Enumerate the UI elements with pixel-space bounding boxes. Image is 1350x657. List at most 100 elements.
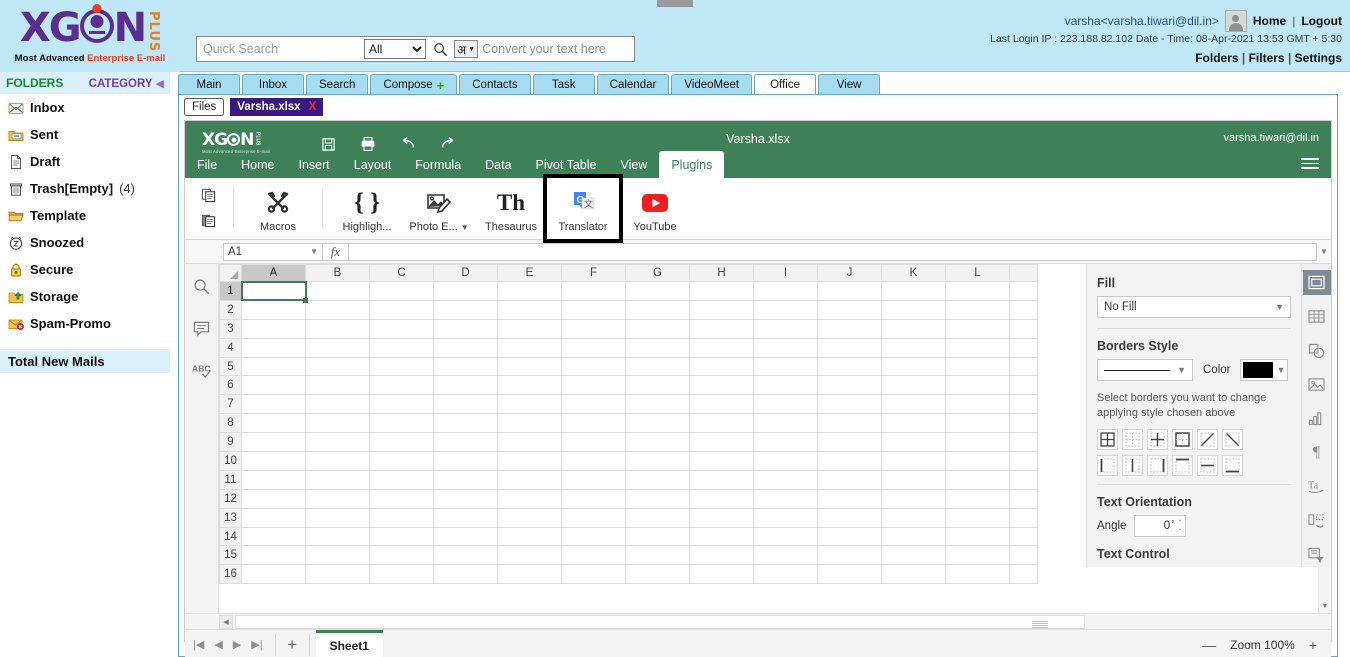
grid-cell[interactable] (881, 469, 946, 490)
row-header-1[interactable]: 1 (219, 281, 242, 301)
grid-cell[interactable] (305, 469, 370, 490)
grid-cell[interactable] (753, 318, 818, 339)
grid-cell[interactable] (817, 394, 882, 415)
cell-i1[interactable] (753, 281, 818, 301)
top-border-icon[interactable] (1172, 455, 1193, 476)
grid-cell[interactable] (561, 394, 626, 415)
search-input[interactable] (197, 37, 362, 61)
grid-cell[interactable] (305, 337, 370, 358)
grid-cell[interactable] (241, 469, 306, 490)
grid-cell[interactable] (1009, 451, 1038, 471)
row-header-13[interactable]: 13 (219, 507, 242, 528)
ribbon-button-macros[interactable]: Macros (242, 178, 314, 239)
grid-cell[interactable] (1009, 507, 1038, 528)
shape-settings-icon[interactable] (1303, 338, 1331, 363)
grid-cell[interactable] (433, 564, 498, 585)
grid-cell[interactable] (433, 545, 498, 566)
grid-cell[interactable] (241, 564, 306, 585)
spreadsheet-grid[interactable]: A B C D E F G H I J K L 1 2 3 4 5 6 7 8 … (219, 264, 1331, 613)
menu-tab-plugins[interactable]: Plugins (659, 151, 725, 178)
column-header-f[interactable]: F (561, 264, 626, 282)
language-toggle-button[interactable]: अ ▼ (454, 40, 479, 58)
diagonal-up-border-icon[interactable] (1197, 429, 1218, 450)
grid-cell[interactable] (241, 545, 306, 566)
grid-cell[interactable] (881, 337, 946, 358)
row-header-14[interactable]: 14 (219, 526, 242, 547)
inner-borders-icon[interactable] (1147, 429, 1168, 450)
grid-cell[interactable] (369, 526, 434, 547)
grid-cell[interactable] (689, 337, 754, 358)
grid-cell[interactable] (1009, 564, 1038, 585)
row-header-6[interactable]: 6 (219, 375, 242, 396)
cell-l1[interactable] (945, 281, 1010, 301)
menu-tab-insert[interactable]: Insert (287, 151, 342, 178)
cell-h1[interactable] (689, 281, 754, 301)
menu-tab-data[interactable]: Data (473, 151, 523, 178)
cell-g1[interactable] (625, 281, 690, 301)
grid-cell[interactable] (625, 507, 690, 528)
tab-main[interactable]: Main (178, 74, 240, 95)
grid-cell[interactable] (881, 507, 946, 528)
grid-cell[interactable] (689, 413, 754, 434)
grid-cell[interactable] (561, 545, 626, 566)
row-header-4[interactable]: 4 (219, 337, 242, 358)
tab-contacts[interactable]: Contacts (459, 74, 531, 95)
ribbon-button-thesaurus[interactable]: Th Thesaurus (475, 178, 547, 239)
grid-cell[interactable] (817, 545, 882, 566)
sidebar-item-template[interactable]: Template (0, 202, 170, 229)
inner-vertical-border-icon[interactable] (1122, 455, 1143, 476)
grid-cell[interactable] (689, 356, 754, 377)
row-header-9[interactable]: 9 (219, 432, 242, 453)
fill-select[interactable]: No Fill ▼ (1097, 296, 1291, 318)
search-icon[interactable] (193, 278, 210, 298)
grid-cell[interactable] (561, 432, 626, 453)
column-header-b[interactable]: B (305, 264, 370, 282)
fx-icon[interactable]: fx (323, 242, 349, 261)
grid-cell[interactable] (1009, 299, 1038, 320)
grid-cell[interactable] (689, 507, 754, 528)
grid-cell[interactable] (945, 451, 1010, 471)
grid-cell[interactable] (625, 526, 690, 547)
ribbon-button-highlight[interactable]: { } Highligh... (331, 178, 403, 239)
grid-cell[interactable] (689, 469, 754, 490)
grid-cell[interactable] (625, 488, 690, 509)
grid-cell[interactable] (561, 507, 626, 528)
column-header-l[interactable]: L (945, 264, 1010, 282)
grid-cell[interactable] (433, 526, 498, 547)
grid-cell[interactable] (753, 488, 818, 509)
comment-icon[interactable] (193, 320, 210, 340)
sidebar-item-secure[interactable]: Secure (0, 256, 170, 283)
grid-cell[interactable] (817, 526, 882, 547)
cell-settings-icon[interactable] (1302, 270, 1331, 295)
right-border-icon[interactable] (1147, 455, 1168, 476)
grid-cell[interactable] (625, 564, 690, 585)
grid-cell[interactable] (369, 545, 434, 566)
column-header-a[interactable]: A (241, 264, 306, 282)
grid-cell[interactable] (497, 451, 562, 471)
grid-cell[interactable] (753, 356, 818, 377)
grid-cell[interactable] (945, 413, 1010, 434)
grid-cell[interactable] (433, 299, 498, 320)
grid-cell[interactable] (497, 299, 562, 320)
grid-cell[interactable] (689, 375, 754, 396)
grid-cell[interactable] (625, 469, 690, 490)
add-sheet-button[interactable]: + (276, 633, 310, 656)
grid-cell[interactable] (625, 337, 690, 358)
grid-cell[interactable] (881, 375, 946, 396)
row-header-16[interactable]: 16 (219, 564, 242, 585)
sheet-tab-sheet1[interactable]: Sheet1 (315, 629, 383, 657)
grid-cell[interactable] (497, 526, 562, 547)
logout-link[interactable]: Logout (1301, 14, 1342, 28)
row-header-11[interactable]: 11 (219, 469, 242, 490)
filter-settings-icon[interactable] (1303, 542, 1331, 567)
tab-office[interactable]: Office (754, 74, 817, 95)
grid-cell[interactable] (305, 526, 370, 547)
grid-cell[interactable] (881, 394, 946, 415)
cell-c1[interactable] (369, 281, 434, 301)
grid-cell[interactable] (753, 526, 818, 547)
grid-cell[interactable] (305, 451, 370, 471)
xgen-plus-logo[interactable]: XG N PLUS Most Advanced Enterprise E-mai… (0, 0, 180, 72)
cell-e1[interactable] (497, 281, 562, 301)
tab-compose[interactable]: Compose + (370, 74, 458, 95)
grid-cell[interactable] (433, 337, 498, 358)
